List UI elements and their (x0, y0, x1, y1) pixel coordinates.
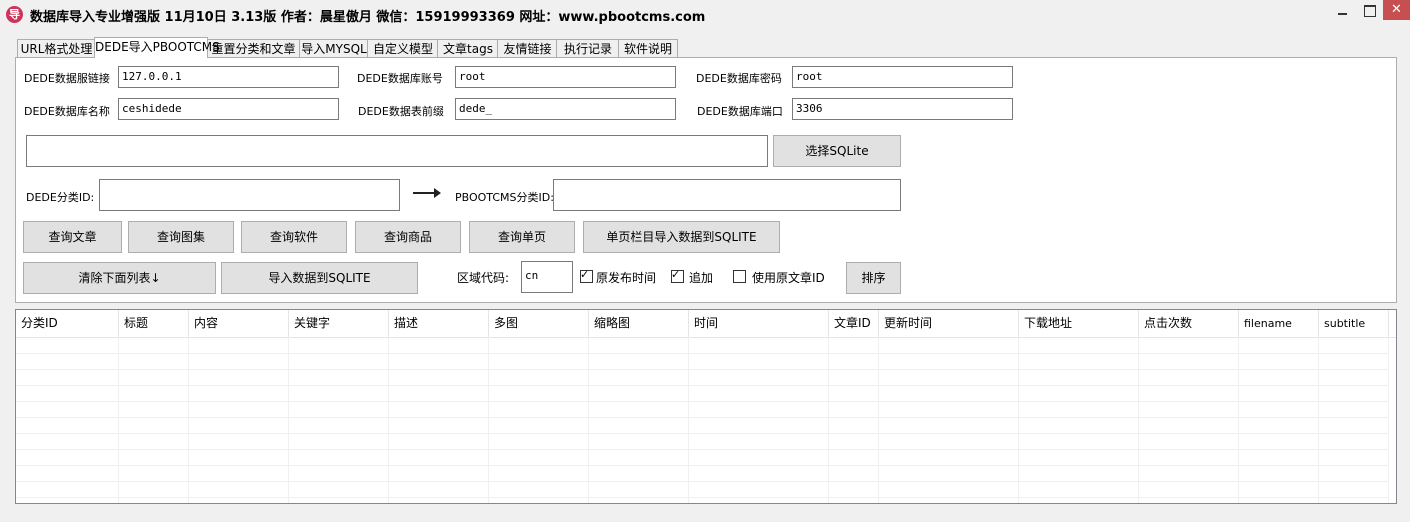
import-singlepage-button[interactable]: 单页栏目导入数据到SQLITE (583, 221, 780, 253)
db-password-label: DEDE数据库密码 (696, 72, 782, 85)
grid-row-line (16, 449, 1388, 450)
db-name-label: DEDE数据库名称 (24, 105, 110, 118)
tab-reset-categories[interactable]: 重置分类和文章 (206, 39, 301, 58)
col-header-description[interactable]: 描述 (389, 310, 489, 337)
query-articles-button[interactable]: 查询文章 (23, 221, 122, 253)
use-original-id-checkbox[interactable] (733, 270, 746, 283)
db-port-label: DEDE数据库端口 (697, 105, 783, 118)
col-header-article-id[interactable]: 文章ID (829, 310, 879, 337)
col-header-update-time[interactable]: 更新时间 (879, 310, 1019, 337)
clear-list-button[interactable]: 清除下面列表↓ (23, 262, 216, 294)
query-singlepage-button[interactable]: 查询单页 (469, 221, 575, 253)
import-sqlite-button[interactable]: 导入数据到SQLITE (221, 262, 418, 294)
col-header-category-id[interactable]: 分类ID (16, 310, 119, 337)
db-prefix-label: DEDE数据表前缀 (358, 105, 444, 118)
grid-col-line (878, 337, 879, 503)
app-icon: 导 (6, 6, 23, 23)
col-header-download-url[interactable]: 下载地址 (1019, 310, 1139, 337)
db-port-input[interactable]: 3306 (792, 98, 1013, 120)
grid-row-line (16, 385, 1388, 386)
grid-col-line (1388, 337, 1389, 503)
dede-category-label: DEDE分类ID: (26, 191, 95, 204)
close-button[interactable]: ✕ (1383, 0, 1410, 20)
data-grid[interactable]: 分类ID 标题 内容 关键字 描述 多图 缩略图 时间 文章ID 更新时间 下载… (15, 309, 1397, 504)
query-albums-button[interactable]: 查询图集 (128, 221, 234, 253)
col-header-multi-images[interactable]: 多图 (489, 310, 589, 337)
grid-col-line (388, 337, 389, 503)
col-header-title[interactable]: 标题 (119, 310, 189, 337)
grid-row-line (16, 369, 1388, 370)
db-host-input[interactable]: 127.0.0.1 (118, 66, 339, 88)
tab-software-help[interactable]: 软件说明 (618, 39, 678, 58)
checkmark-icon: ✓ (580, 268, 590, 281)
original-time-label: 原发布时间 (596, 271, 657, 285)
db-user-input[interactable]: root (455, 66, 676, 88)
window-title: 数据库导入专业增强版 11月10日 3.13版 作者：晨星傲月 微信：15919… (30, 10, 706, 25)
minimize-icon (1338, 13, 1347, 15)
tab-execution-log[interactable]: 执行记录 (556, 39, 620, 58)
query-software-button[interactable]: 查询软件 (241, 221, 347, 253)
tab-article-tags[interactable]: 文章tags (437, 39, 499, 58)
checkmark-icon: ✓ (671, 268, 681, 281)
grid-row-line (16, 433, 1388, 434)
tab-url-format[interactable]: URL格式处理 (17, 39, 96, 58)
title-bar: 导 数据库导入专业增强版 11月10日 3.13版 作者：晨星傲月 微信：159… (0, 0, 1410, 30)
grid-col-line (588, 337, 589, 503)
grid-col-line (828, 337, 829, 503)
sqlite-path-input[interactable] (26, 135, 768, 167)
grid-col-line (118, 337, 119, 503)
tab-dede-import-pbootcms[interactable]: DEDE导入PBOOTCMS (94, 37, 220, 58)
dede-category-input[interactable] (99, 179, 400, 211)
grid-row-line (16, 497, 1388, 498)
grid-col-line (688, 337, 689, 503)
tab-friend-links[interactable]: 友情链接 (497, 39, 558, 58)
grid-col-line (188, 337, 189, 503)
pboot-category-label: PBOOTCMS分类ID: (455, 191, 554, 204)
use-original-id-label: 使用原文章ID (752, 271, 825, 285)
col-header-thumbnail[interactable]: 缩略图 (589, 310, 689, 337)
grid-row-line (16, 353, 1388, 354)
grid-row-line (16, 465, 1388, 466)
grid-row-line (16, 401, 1388, 402)
tab-custom-model[interactable]: 自定义模型 (367, 39, 439, 58)
region-code-label: 区域代码: (457, 271, 510, 285)
db-name-input[interactable]: ceshidede (118, 98, 339, 120)
maximize-button[interactable] (1356, 0, 1383, 20)
col-header-filename[interactable]: filename (1239, 310, 1319, 337)
arrow-right-icon (413, 188, 441, 198)
db-password-input[interactable]: root (792, 66, 1013, 88)
col-header-time[interactable]: 时间 (689, 310, 829, 337)
col-header-click-count[interactable]: 点击次数 (1139, 310, 1239, 337)
col-header-keywords[interactable]: 关键字 (289, 310, 389, 337)
grid-col-line (1238, 337, 1239, 503)
grid-col-line (288, 337, 289, 503)
close-icon: ✕ (1391, 2, 1402, 17)
db-user-label: DEDE数据库账号 (357, 72, 443, 85)
append-label: 追加 (689, 271, 714, 285)
col-header-content[interactable]: 内容 (189, 310, 289, 337)
maximize-icon (1364, 5, 1376, 17)
pboot-category-input[interactable] (553, 179, 901, 211)
minimize-button[interactable] (1329, 0, 1356, 20)
db-prefix-input[interactable]: dede_ (455, 98, 676, 120)
col-header-subtitle[interactable]: subtitle (1319, 310, 1389, 337)
db-host-label: DEDE数据服链接 (24, 72, 110, 85)
original-time-checkbox[interactable]: ✓ (580, 268, 593, 283)
region-code-input[interactable]: cn (521, 261, 573, 293)
query-products-button[interactable]: 查询商品 (355, 221, 461, 253)
select-sqlite-button[interactable]: 选择SQLite (773, 135, 901, 167)
grid-row-line (16, 481, 1388, 482)
grid-header: 分类ID 标题 内容 关键字 描述 多图 缩略图 时间 文章ID 更新时间 下载… (16, 310, 1396, 338)
grid-col-line (488, 337, 489, 503)
append-checkbox[interactable]: ✓ (671, 268, 684, 283)
tab-import-mysql[interactable]: 导入MYSQL (299, 39, 369, 58)
grid-row-line (16, 417, 1388, 418)
grid-col-line (1018, 337, 1019, 503)
grid-col-line (1138, 337, 1139, 503)
sort-button[interactable]: 排序 (846, 262, 901, 294)
grid-col-line (1318, 337, 1319, 503)
